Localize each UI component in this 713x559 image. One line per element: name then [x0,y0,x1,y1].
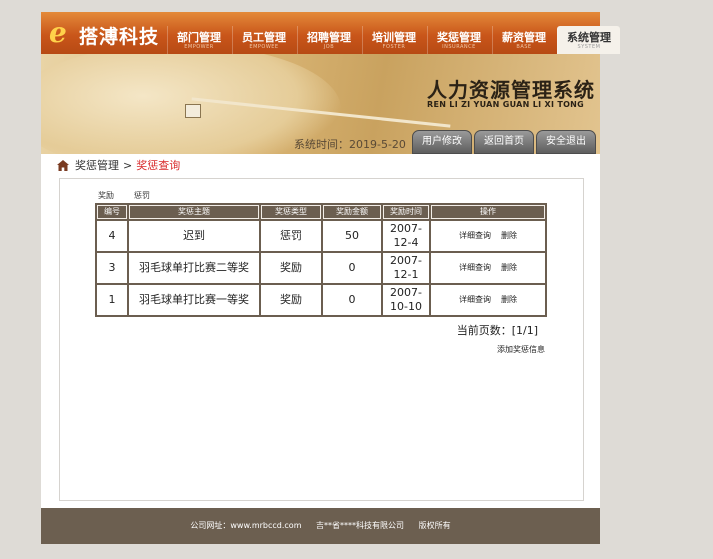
nav-system[interactable]: 系统管理 SYSTEM [557,26,620,54]
main-nav: 部门管理 EMPOWER 员工管理 EMPOWEE 招聘管理 JOB 培训管理 FOST… [167,26,622,54]
nav-sublabel: JOB [323,44,335,50]
column-header: 奖惩类型 [261,205,321,219]
table-header-row: 编号 奖惩主题 奖惩类型 奖励金额 奖励时间 操作 [97,205,545,219]
column-header: 编号 [97,205,127,219]
footer: 公司网址：www.mrbccd.com 吉**省****科技有限公司 版权所有 [41,508,600,544]
detail-link[interactable]: 详细查询 [459,295,491,304]
nav-sublabel: EMPOWER [184,44,214,50]
delete-link[interactable]: 删除 [501,263,517,272]
nav-label: 薪资管理 [502,31,546,44]
column-header: 奖励金额 [323,205,381,219]
cell-date: 2007-12-4 [383,221,429,251]
top-bar: e 搭溥科技 部门管理 EMPOWER 员工管理 EMPOWEE 招聘管理 JOB 培… [41,12,620,54]
banner: 人力资源管理系统 REN LI ZI YUAN GUAN LI XI TONG … [41,54,600,154]
cell-topic: 迟到 [129,221,259,251]
detail-link[interactable]: 详细查询 [459,263,491,272]
cell-actions: 详细查询 删除 [431,221,545,251]
tab-punish[interactable]: 惩罚 [134,190,150,201]
breadcrumb-parent[interactable]: 奖惩管理 [75,157,119,173]
footer-company: 吉**省****科技有限公司 [316,521,405,530]
cell-amount: 0 [323,285,381,315]
cell-id: 1 [97,285,127,315]
detail-link[interactable]: 详细查询 [459,231,491,240]
footer-site: 公司网址：www.mrbccd.com [190,521,302,530]
nav-label: 部门管理 [177,31,221,44]
home-icon [57,159,69,171]
filter-tabs: 奖励 惩罚 [98,190,170,201]
cell-actions: 详细查询 删除 [431,285,545,315]
cell-type: 奖励 [261,253,321,283]
brand-name: 搭溥科技 [79,26,160,48]
nav-sublabel: INSURANCE [442,44,476,50]
nav-salary[interactable]: 薪资管理 BASE [492,26,555,54]
cell-actions: 详细查询 删除 [431,253,545,283]
breadcrumb-current: 奖惩查询 [136,159,181,172]
cell-topic: 羽毛球单打比赛二等奖 [129,253,259,283]
cell-amount: 0 [323,253,381,283]
breadcrumb: 奖惩管理 > 奖惩查询 [57,157,180,173]
nav-sublabel: FOSTER [382,44,406,50]
app-frame: e 搭溥科技 部门管理 EMPOWER 员工管理 EMPOWEE 招聘管理 JOB 培… [41,12,620,544]
page-indicator: 当前页数：[1/1] [456,324,538,337]
system-subtitle: REN LI ZI YUAN GUAN LI XI TONG [427,100,585,109]
plug-image [185,104,201,118]
nav-label: 系统管理 [567,31,611,44]
nav-department[interactable]: 部门管理 EMPOWER [167,26,230,54]
breadcrumb-separator: > [123,158,133,172]
table-row: 4 迟到 惩罚 50 2007-12-4 详细查询 删除 [97,221,545,251]
cell-amount: 50 [323,221,381,251]
column-header: 奖惩主题 [129,205,259,219]
nav-label: 培训管理 [372,31,416,44]
nav-sublabel: EMPOWEE [249,44,279,50]
cell-type: 奖励 [261,285,321,315]
cell-type: 惩罚 [261,221,321,251]
nav-label: 奖惩管理 [437,31,481,44]
nav-reward-punish[interactable]: 奖惩管理 INSURANCE [427,26,490,54]
reward-punish-table: 编号 奖惩主题 奖惩类型 奖励金额 奖励时间 操作 4 迟到 惩罚 50 200… [95,203,547,317]
logout-button[interactable]: 安全退出 [536,130,596,154]
nav-label: 招聘管理 [307,31,351,44]
footer-rights: 版权所有 [418,521,451,530]
nav-employee[interactable]: 员工管理 EMPOWEE [232,26,295,54]
system-title: 人力资源管理系统 [427,78,595,102]
cell-date: 2007-12-1 [383,253,429,283]
add-reward-punish-link[interactable]: 添加奖惩信息 [497,344,545,355]
nav-sublabel: SYSTEM [577,44,601,50]
delete-link[interactable]: 删除 [501,295,517,304]
cell-id: 3 [97,253,127,283]
back-home-button[interactable]: 返回首页 [474,130,534,154]
column-header: 操作 [431,205,545,219]
cell-topic: 羽毛球单打比赛一等奖 [129,285,259,315]
nav-recruit[interactable]: 招聘管理 JOB [297,26,360,54]
column-header: 奖励时间 [383,205,429,219]
content-panel: 奖励 惩罚 编号 奖惩主题 奖惩类型 奖励金额 奖励时间 操作 4 迟到 惩罚 [59,178,584,501]
cell-id: 4 [97,221,127,251]
delete-link[interactable]: 删除 [501,231,517,240]
table-row: 1 羽毛球单打比赛一等奖 奖励 0 2007-10-10 详细查询 删除 [97,285,545,315]
tab-reward[interactable]: 奖励 [98,190,114,201]
user-modify-button[interactable]: 用户修改 [412,130,472,154]
nav-label: 员工管理 [242,31,286,44]
logo-icon: e [49,16,67,49]
nav-training[interactable]: 培训管理 FOSTER [362,26,425,54]
system-time: 系统时间：2019-5-20 [294,138,406,151]
table-row: 3 羽毛球单打比赛二等奖 奖励 0 2007-12-1 详细查询 删除 [97,253,545,283]
cell-date: 2007-10-10 [383,285,429,315]
nav-sublabel: BASE [516,44,532,50]
